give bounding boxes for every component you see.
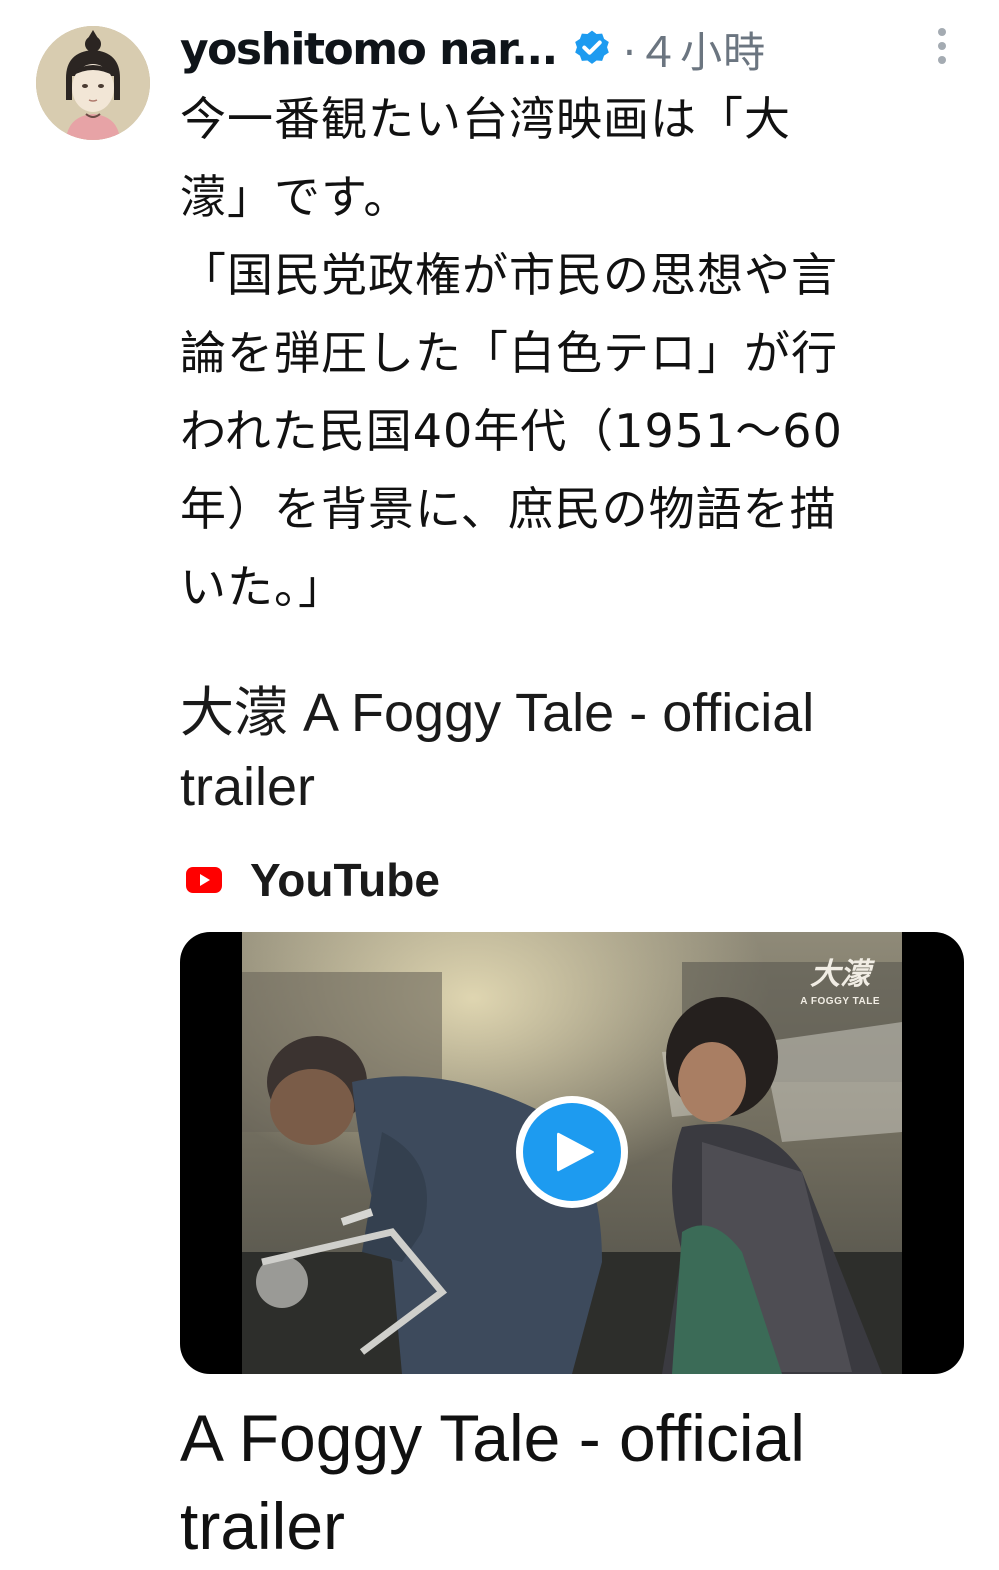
video-title-line: A Foggy Tale - official (180, 1401, 805, 1475)
film-logo-title: 大濛 (810, 957, 871, 992)
more-vertical-icon[interactable] (936, 28, 948, 72)
verified-badge-icon (571, 28, 613, 70)
video-title[interactable]: A Foggy Tale - official trailer (180, 1394, 960, 1570)
post-header: yoshitomo nar... ·４小時 (180, 14, 970, 84)
video-thumbnail-card[interactable]: 大濛 A FOGGY TALE (180, 932, 964, 1374)
source-name: YouTube (250, 854, 440, 906)
post-text-line: 今一番観たい台湾映画は「大 (180, 92, 791, 146)
post-text-line: 論を弾圧した「白色テロ」が行 (180, 326, 838, 380)
post-text-line: 年）を背景に、庶民の物語を描 (180, 482, 837, 536)
post-text: 今一番観たい台湾映画は「大 濛」です。 「国民党政権が市民の思想や言 論を弾圧し… (180, 80, 970, 626)
post-text-line: 濛」です。 (180, 170, 411, 224)
post-text-line: 「国民党政権が市民の思想や言 (180, 248, 838, 302)
film-logo: 大濛 A FOGGY TALE (800, 957, 880, 1008)
avatar-image (36, 26, 150, 140)
link-card-title[interactable]: 大濛 A Foggy Tale - official trailer (180, 676, 960, 824)
film-logo-subtitle: A FOGGY TALE (800, 996, 880, 1007)
youtube-icon (186, 867, 222, 893)
avatar[interactable] (36, 26, 150, 140)
link-source[interactable]: YouTube (186, 852, 440, 908)
link-card-title-line: 大濛 A Foggy Tale - official (180, 683, 815, 743)
author-name[interactable]: yoshitomo nar... (180, 24, 558, 75)
post-text-line: われた民国40年代（1951〜60 (180, 404, 843, 458)
post-timestamp[interactable]: ·４小時 (623, 19, 766, 80)
link-card-title-line: trailer (180, 757, 316, 817)
play-button[interactable] (516, 1096, 628, 1208)
post-text-line: いた。」 (180, 560, 345, 614)
play-icon (557, 1132, 594, 1172)
video-title-line: trailer (180, 1489, 346, 1563)
